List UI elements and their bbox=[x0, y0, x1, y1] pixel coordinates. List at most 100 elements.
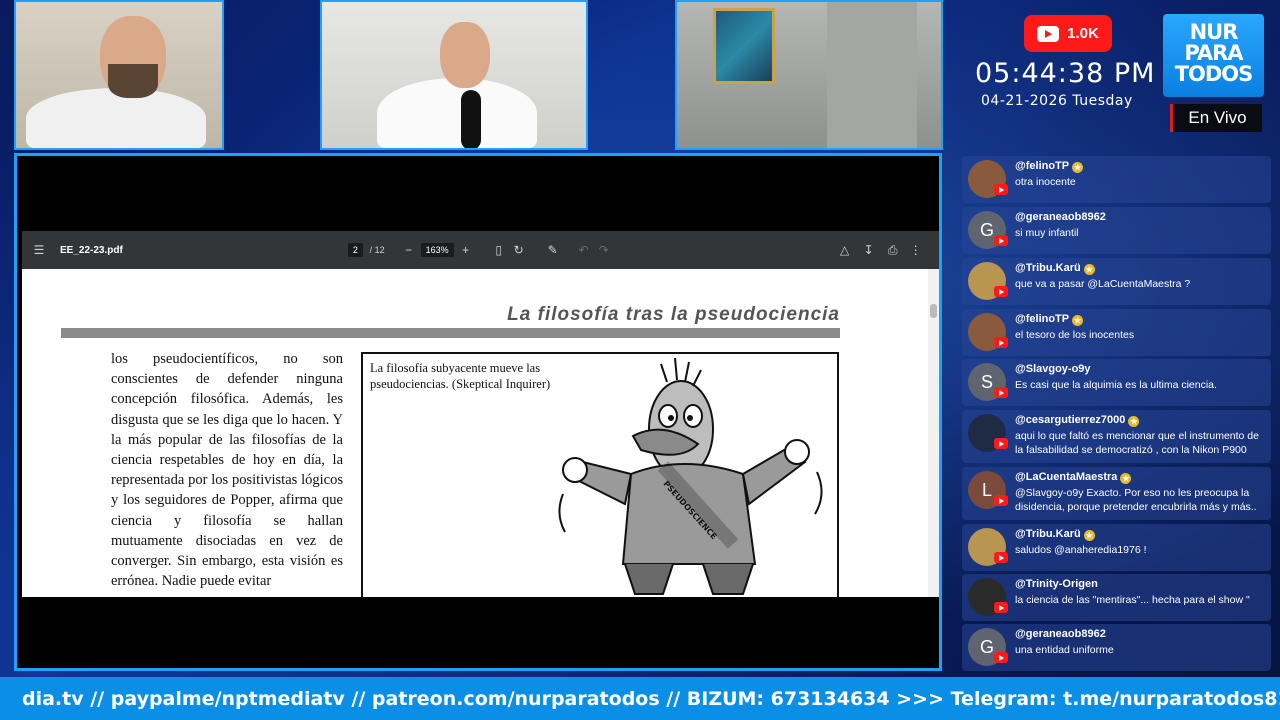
chat-username-text: @cesargutierrez7000 bbox=[1015, 414, 1126, 426]
brand-line-3: TODOS bbox=[1174, 62, 1254, 86]
youtube-icon bbox=[994, 235, 1008, 246]
chat-username-text: @Tribu.Karü bbox=[1015, 528, 1081, 540]
chat-message: G @geraneaob8962 una entidad uniforme bbox=[962, 624, 1271, 671]
menu-icon[interactable]: ☰ bbox=[32, 243, 46, 257]
youtube-icon bbox=[994, 495, 1008, 506]
chat-text: una entidad uniforme bbox=[1015, 644, 1114, 656]
page-number-input[interactable]: 2 bbox=[347, 242, 363, 257]
person-silhouette bbox=[26, 88, 206, 148]
chat-username: @geraneaob8962 bbox=[1015, 211, 1106, 223]
webcam-host-3 bbox=[675, 0, 943, 150]
redo-icon[interactable]: ↷ bbox=[598, 243, 610, 257]
chat-message: @cesargutierrez7000 ★ aqui lo que faltó es… bbox=[962, 410, 1271, 463]
chat-text: la ciencia de las "mentiras"... hecha pa… bbox=[1015, 594, 1250, 606]
chat-username-text: @geraneaob8962 bbox=[1015, 628, 1106, 640]
chat-message: @Tribu.Karü ★ saludos @anaheredia1976 ! bbox=[962, 524, 1271, 571]
more-options-icon[interactable]: ⋮ bbox=[910, 243, 922, 257]
chat-message: L @LaCuentaMaestra ★ @Slavgoy-o9y Exacto. P… bbox=[962, 467, 1271, 520]
chat-text: el tesoro de los inocentes bbox=[1015, 329, 1135, 341]
brand-line-1: NUR bbox=[1189, 20, 1239, 44]
youtube-icon bbox=[994, 652, 1008, 663]
chat-username: @Tribu.Karü ★ bbox=[1015, 528, 1095, 541]
brand-logo: NUR PARA TODOS bbox=[1163, 14, 1264, 97]
puppet-illustration: PSEUDOSCIENCE bbox=[558, 357, 823, 595]
youtube-icon bbox=[1037, 25, 1060, 42]
screen-share: ☰ EE_22-23.pdf 2 / 12 − 163% + ▯ ↻ ✎ ↶ ↷… bbox=[14, 153, 942, 671]
chat-username: @Slavgoy-o9y bbox=[1015, 363, 1091, 375]
youtube-icon bbox=[994, 184, 1008, 195]
chat-username: @Trinity-Origen bbox=[1015, 578, 1098, 590]
download-icon[interactable]: ↧ bbox=[862, 243, 876, 257]
figure-box: La filosofía subyacente mueve las pseudo… bbox=[361, 352, 839, 597]
ticker-bar: dia.tv // paypalme/nptmediatv // patreon… bbox=[0, 677, 1280, 720]
chat-username: @cesargutierrez7000 ★ bbox=[1015, 414, 1140, 427]
chat-username: @geraneaob8962 bbox=[1015, 628, 1106, 640]
live-label: En Vivo bbox=[1170, 104, 1262, 132]
page-navigation: 2 / 12 bbox=[347, 242, 385, 257]
member-badge-icon: ★ bbox=[1072, 315, 1084, 326]
youtube-icon bbox=[994, 286, 1008, 297]
person-silhouette bbox=[377, 78, 537, 148]
live-chat: @felinoTP ★ otra inocente G @geraneaob8962 si… bbox=[960, 150, 1273, 672]
chat-username-text: @geraneaob8962 bbox=[1015, 211, 1106, 223]
pdf-toolbar: ☰ EE_22-23.pdf 2 / 12 − 163% + ▯ ↻ ✎ ↶ ↷… bbox=[22, 231, 939, 269]
fit-page-icon[interactable]: ▯ bbox=[492, 243, 506, 257]
pdf-page: La filosofía tras la pseudociencia los p… bbox=[22, 269, 928, 597]
annotate-icon[interactable]: ✎ bbox=[546, 243, 560, 257]
body-text: los pseudocientíficos, no son consciente… bbox=[111, 351, 343, 590]
chat-text: otra inocente bbox=[1015, 176, 1076, 188]
zoom-in-icon[interactable]: + bbox=[460, 243, 472, 257]
chat-username-text: @Slavgoy-o9y bbox=[1015, 363, 1091, 375]
webcam-host-1 bbox=[14, 0, 224, 150]
pdf-scrollbar[interactable] bbox=[928, 269, 939, 597]
chat-message: S @Slavgoy-o9y Es casi que la alquimia es … bbox=[962, 359, 1271, 406]
chat-message: @felinoTP ★ el tesoro de los inocentes bbox=[962, 309, 1271, 356]
rotate-icon[interactable]: ↻ bbox=[512, 243, 526, 257]
beard bbox=[108, 64, 158, 98]
youtube-icon bbox=[994, 337, 1008, 348]
wall-painting bbox=[713, 8, 775, 84]
chat-username: @LaCuentaMaestra ★ bbox=[1015, 471, 1132, 484]
save-to-drive-icon[interactable]: △ bbox=[838, 243, 852, 257]
page-total: / 12 bbox=[369, 244, 385, 255]
brand-line-2: PARA bbox=[1184, 41, 1243, 65]
youtube-icon bbox=[994, 438, 1008, 449]
chat-message: G @geraneaob8962 si muy infantil bbox=[962, 207, 1271, 254]
zoom-level[interactable]: 163% bbox=[420, 243, 454, 257]
chat-username-text: @Tribu.Karü bbox=[1015, 262, 1081, 274]
chat-username: @felinoTP ★ bbox=[1015, 313, 1084, 326]
member-badge-icon: ★ bbox=[1072, 162, 1084, 173]
member-badge-icon: ★ bbox=[1083, 530, 1095, 541]
webcam-host-2 bbox=[320, 0, 588, 150]
scrollbar-thumb[interactable] bbox=[930, 304, 937, 318]
chat-text: si muy infantil bbox=[1015, 227, 1079, 239]
chat-message: @Trinity-Origen la ciencia de las "mentir… bbox=[962, 574, 1271, 621]
pdf-document-area[interactable]: La filosofía tras la pseudociencia los p… bbox=[22, 269, 939, 597]
viewer-count: 1.0K bbox=[1067, 25, 1099, 42]
undo-icon[interactable]: ↶ bbox=[578, 243, 590, 257]
youtube-icon bbox=[994, 387, 1008, 398]
chat-text: Es casi que la alquimia es la ultima cie… bbox=[1015, 379, 1217, 391]
chat-text: aqui lo que faltó es mencionar que el in… bbox=[1015, 430, 1259, 456]
microphone bbox=[461, 90, 481, 148]
chat-username: @Tribu.Karü ★ bbox=[1015, 262, 1095, 275]
clock: 05:44:38 PM bbox=[975, 58, 1156, 89]
chat-username-text: @felinoTP bbox=[1015, 160, 1070, 172]
chat-message: @felinoTP ★ otra inocente bbox=[962, 156, 1271, 203]
door-frame bbox=[827, 2, 917, 148]
chat-username: @felinoTP ★ bbox=[1015, 160, 1084, 173]
pdf-filename: EE_22-23.pdf bbox=[60, 244, 123, 256]
member-badge-icon: ★ bbox=[1120, 473, 1132, 484]
chat-username-text: @Trinity-Origen bbox=[1015, 578, 1098, 590]
chat-text: @Slavgoy-o9y Exacto. Por eso no les preo… bbox=[1015, 487, 1257, 513]
date: 04-21-2026 Tuesday bbox=[981, 93, 1133, 109]
print-icon[interactable]: ⎙ bbox=[886, 243, 900, 258]
youtube-viewer-badge: 1.0K bbox=[1024, 15, 1112, 52]
member-badge-icon: ★ bbox=[1083, 264, 1095, 275]
page-title: La filosofía tras la pseudociencia bbox=[507, 304, 840, 325]
zoom-out-icon[interactable]: − bbox=[403, 243, 415, 257]
youtube-icon bbox=[994, 602, 1008, 613]
title-divider bbox=[61, 328, 840, 338]
person-head bbox=[440, 22, 490, 88]
chat-username-text: @LaCuentaMaestra bbox=[1015, 471, 1118, 483]
